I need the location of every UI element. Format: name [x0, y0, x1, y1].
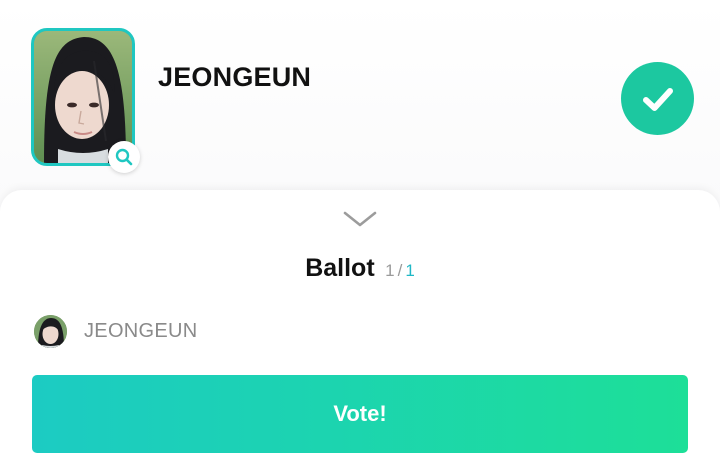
ballot-item-name: JEONGEUN	[84, 319, 198, 342]
ballot-count-total: 1	[405, 261, 415, 280]
ballot-count: 1/1	[385, 261, 415, 280]
candidate-name: JEONGEUN	[158, 62, 312, 92]
selected-check-button[interactable]	[621, 62, 694, 135]
ballot-count-current: 1	[385, 261, 395, 280]
vote-button[interactable]: Vote!	[32, 375, 688, 453]
search-icon	[115, 148, 133, 166]
photo-zoom-button[interactable]	[108, 141, 140, 173]
avatar	[34, 314, 67, 348]
ballot-sheet: Ballot 1/1 JEONGEUN Vote!	[0, 190, 720, 470]
chevron-down-icon	[343, 211, 377, 227]
ballot-count-separator: /	[397, 261, 403, 280]
selected-candidate-card[interactable]: JEONGEUN	[0, 0, 720, 190]
vote-screen: JEONGEUN Ballot 1/1 JEONGEUN Vote!	[0, 0, 720, 470]
ballot-title: Ballot	[305, 254, 375, 282]
ballot-list-item: JEONGEUN	[34, 314, 198, 348]
ballot-header: Ballot 1/1	[0, 254, 720, 283]
check-icon	[642, 87, 673, 111]
collapse-sheet-button[interactable]	[340, 206, 380, 232]
